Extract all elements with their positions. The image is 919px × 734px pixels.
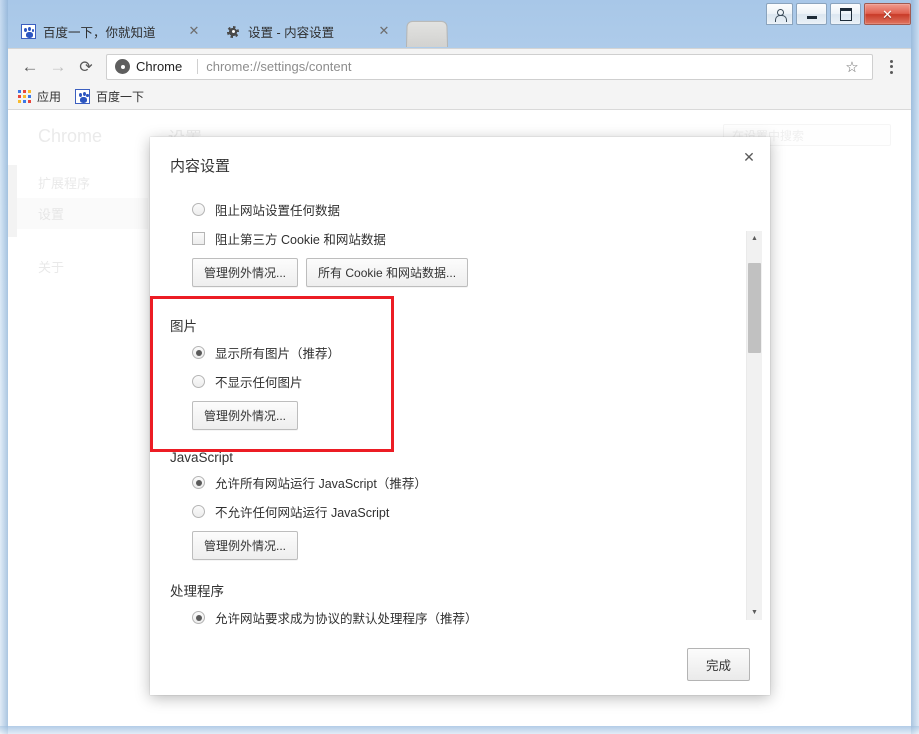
radio-icon[interactable] bbox=[192, 346, 205, 359]
dialog-header: 内容设置 ✕ bbox=[150, 137, 770, 186]
omnibox-divider bbox=[197, 59, 199, 74]
option-label: 允许网站要求成为协议的默认处理程序（推荐） bbox=[215, 612, 478, 626]
section-cookies: 阻止网站设置任何数据 阻止第三方 Cookie 和网站数据 管理例外情况... … bbox=[170, 186, 740, 287]
section-title-handlers: 处理程序 bbox=[170, 584, 224, 599]
option-label: 不允许任何网站运行 JavaScript bbox=[215, 506, 390, 520]
tab-close-icon[interactable]: ✕ bbox=[186, 24, 202, 40]
dialog-title: 内容设置 bbox=[170, 158, 231, 175]
dialog-scrollbar[interactable]: ▲ ▼ bbox=[746, 231, 762, 620]
cookies-buttons: 管理例外情况... 所有 Cookie 和网站数据... bbox=[170, 258, 740, 287]
gear-icon bbox=[225, 24, 241, 40]
option-block-third-party-cookies[interactable]: 阻止第三方 Cookie 和网站数据 bbox=[170, 229, 740, 248]
baidu-paw-icon bbox=[20, 24, 36, 40]
minimize-button[interactable] bbox=[796, 3, 827, 25]
tab-settings[interactable]: 设置 - 内容设置 ✕ bbox=[213, 15, 398, 48]
tab-title: 设置 - 内容设置 bbox=[248, 26, 335, 40]
section-title-javascript: JavaScript bbox=[170, 450, 234, 465]
option-label: 显示所有图片（推荐） bbox=[215, 347, 341, 361]
security-label: Chrome bbox=[136, 59, 183, 74]
option-show-all-images[interactable]: 显示所有图片（推荐） bbox=[170, 343, 740, 362]
reload-icon: ⟳ bbox=[79, 58, 93, 76]
baidu-paw-icon bbox=[75, 89, 91, 105]
window-frame-bottom bbox=[0, 726, 919, 734]
dialog-close-button[interactable]: ✕ bbox=[738, 147, 760, 169]
option-label: 阻止第三方 Cookie 和网站数据 bbox=[215, 233, 386, 247]
manage-exceptions-button[interactable]: 管理例外情况... bbox=[192, 258, 299, 287]
url-text: chrome://settings/content bbox=[206, 59, 352, 74]
security-badge: Chrome bbox=[115, 59, 182, 74]
bookmark-label: 百度一下 bbox=[96, 90, 145, 104]
option-block-javascript[interactable]: 不允许任何网站运行 JavaScript bbox=[170, 502, 740, 521]
reload-button[interactable]: ⟳ bbox=[72, 53, 100, 81]
address-bar[interactable]: Chrome chrome://settings/content ☆ bbox=[106, 53, 873, 80]
browser-toolbar: ← → ⟳ Chrome chrome://settings/content ☆ bbox=[8, 48, 911, 84]
tab-strip: 百度一下，你就知道 ✕ 设置 - 内容设置 ✕ bbox=[8, 6, 769, 48]
done-button[interactable]: 完成 bbox=[686, 648, 750, 681]
bookmark-star-icon[interactable]: ☆ bbox=[840, 55, 864, 79]
apps-grid-icon bbox=[18, 90, 31, 103]
javascript-buttons: 管理例外情况... bbox=[170, 531, 740, 560]
radio-icon[interactable] bbox=[192, 476, 205, 489]
radio-icon[interactable] bbox=[192, 611, 205, 624]
close-icon: ✕ bbox=[743, 150, 755, 166]
maximize-icon bbox=[839, 7, 852, 21]
chrome-menu-button[interactable] bbox=[879, 54, 903, 80]
bookmark-baidu[interactable]: 百度一下 bbox=[75, 88, 144, 105]
maximize-button[interactable] bbox=[830, 3, 861, 25]
bookmarks-bar: 应用 百度一下 bbox=[8, 84, 911, 110]
user-icon bbox=[773, 8, 787, 22]
forward-button[interactable]: → bbox=[44, 53, 72, 81]
browser-window: ✕ 百度一下，你就知道 ✕ 设置 - 内容设置 ✕ ← → ⟳ Chrome c… bbox=[0, 0, 919, 734]
content-settings-dialog: 内容设置 ✕ 阻止网站设置任何数据 阻止第三方 Cookie 和网站数据 管理例… bbox=[150, 137, 770, 695]
scrollbar-thumb[interactable] bbox=[748, 263, 761, 353]
back-arrow-icon: ← bbox=[21, 56, 39, 76]
dialog-body: 阻止网站设置任何数据 阻止第三方 Cookie 和网站数据 管理例外情况... … bbox=[150, 186, 770, 638]
window-frame-right bbox=[911, 0, 919, 734]
tab-title: 百度一下，你就知道 bbox=[43, 26, 156, 40]
scroll-up-icon[interactable]: ▲ bbox=[747, 231, 762, 246]
menu-dot-icon bbox=[889, 59, 893, 63]
option-label: 允许所有网站运行 JavaScript（推荐） bbox=[215, 477, 427, 491]
new-tab-button[interactable] bbox=[406, 20, 448, 47]
tab-close-icon[interactable]: ✕ bbox=[376, 24, 392, 40]
radio-icon[interactable] bbox=[192, 375, 205, 388]
window-frame-left bbox=[0, 0, 8, 734]
chrome-logo-icon bbox=[115, 59, 130, 74]
dialog-footer: 完成 bbox=[150, 638, 770, 695]
option-block-all-data[interactable]: 阻止网站设置任何数据 bbox=[170, 200, 740, 219]
option-allow-javascript[interactable]: 允许所有网站运行 JavaScript（推荐） bbox=[170, 473, 740, 492]
dialog-scroll-content: 阻止网站设置任何数据 阻止第三方 Cookie 和网站数据 管理例外情况... … bbox=[170, 186, 740, 638]
manage-exceptions-button[interactable]: 管理例外情况... bbox=[192, 401, 299, 430]
close-icon: ✕ bbox=[882, 6, 893, 22]
close-window-button[interactable]: ✕ bbox=[864, 3, 911, 25]
minimize-icon bbox=[806, 15, 817, 19]
images-buttons: 管理例外情况... bbox=[170, 401, 740, 430]
menu-dot-icon bbox=[889, 70, 893, 74]
tab-baidu[interactable]: 百度一下，你就知道 ✕ bbox=[8, 15, 208, 48]
option-allow-protocol-handlers[interactable]: 允许网站要求成为协议的默认处理程序（推荐） bbox=[170, 608, 740, 627]
user-account-button[interactable] bbox=[766, 3, 793, 25]
menu-dot-icon bbox=[889, 65, 893, 68]
bookmark-label: 应用 bbox=[37, 90, 62, 104]
option-label: 不显示任何图片 bbox=[215, 376, 303, 390]
section-javascript: JavaScript 允许所有网站运行 JavaScript（推荐） 不允许任何… bbox=[170, 444, 740, 560]
option-label: 阻止网站设置任何数据 bbox=[215, 204, 341, 218]
checkbox-icon[interactable] bbox=[192, 232, 205, 245]
radio-icon[interactable] bbox=[192, 203, 205, 216]
bookmark-apps[interactable]: 应用 bbox=[18, 88, 61, 105]
forward-arrow-icon: → bbox=[49, 56, 67, 76]
section-title-images: 图片 bbox=[170, 319, 197, 334]
scroll-down-icon[interactable]: ▼ bbox=[747, 605, 762, 620]
manage-exceptions-button[interactable]: 管理例外情况... bbox=[192, 531, 299, 560]
option-show-no-images[interactable]: 不显示任何图片 bbox=[170, 372, 740, 391]
all-cookies-data-button[interactable]: 所有 Cookie 和网站数据... bbox=[306, 258, 469, 287]
section-handlers: 处理程序 允许网站要求成为协议的默认处理程序（推荐） bbox=[170, 574, 740, 627]
window-caption-buttons: ✕ bbox=[766, 3, 911, 25]
section-images: 图片 显示所有图片（推荐） 不显示任何图片 管理例外情况... bbox=[170, 301, 740, 430]
radio-icon[interactable] bbox=[192, 505, 205, 518]
back-button[interactable]: ← bbox=[16, 53, 44, 81]
